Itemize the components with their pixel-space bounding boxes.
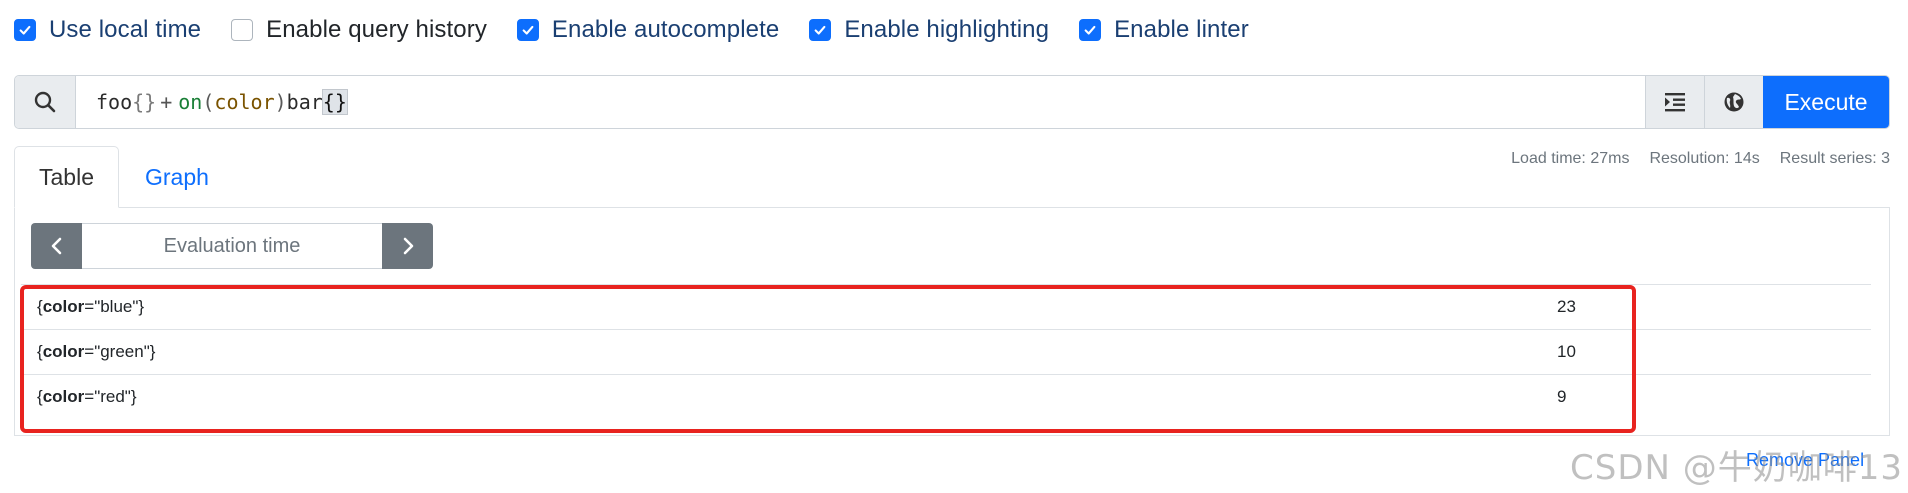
query-stats: Load time: 27ms Resolution: 14s Result s… bbox=[1511, 150, 1890, 168]
globe-icon bbox=[1724, 92, 1744, 112]
checkbox-checked-icon[interactable] bbox=[809, 19, 832, 41]
search-icon bbox=[15, 76, 76, 128]
query-label: color bbox=[214, 90, 275, 114]
option-label: Enable autocomplete bbox=[551, 16, 780, 43]
result-tabs: Table Graph bbox=[14, 146, 235, 208]
option-enable-query-history[interactable]: Enable query history bbox=[231, 16, 487, 44]
prometheus-query-page: Use local time Enable query history Enab… bbox=[0, 0, 1908, 493]
option-enable-linter[interactable]: Enable linter bbox=[1079, 16, 1249, 44]
evaluation-time-input[interactable]: Evaluation time bbox=[82, 223, 382, 269]
option-label: Enable query history bbox=[266, 16, 487, 43]
metrics-explorer-button[interactable] bbox=[1704, 76, 1763, 128]
checkbox-checked-icon[interactable] bbox=[516, 19, 539, 41]
chevron-right-icon bbox=[403, 237, 413, 255]
tab-graph[interactable]: Graph bbox=[119, 146, 235, 208]
checkbox-unchecked-icon[interactable] bbox=[231, 19, 254, 41]
option-enable-highlighting[interactable]: Enable highlighting bbox=[809, 16, 1049, 44]
resolution: Resolution: 14s bbox=[1649, 150, 1760, 167]
option-label: Enable highlighting bbox=[844, 16, 1050, 43]
next-time-button[interactable] bbox=[382, 223, 433, 269]
checkbox-checked-icon[interactable] bbox=[14, 19, 36, 41]
query-options: Use local time Enable query history Enab… bbox=[14, 16, 1279, 44]
chevron-left-icon bbox=[51, 237, 61, 255]
execute-button[interactable]: Execute bbox=[1763, 76, 1889, 128]
option-label: Use local time bbox=[49, 16, 202, 43]
evaluation-time-group: Evaluation time bbox=[31, 223, 433, 269]
query-bar: foo{} + on(color) bar{} Execute bbox=[14, 75, 1890, 129]
query-paren: ( bbox=[202, 90, 215, 114]
checkbox-checked-icon[interactable] bbox=[1079, 19, 1102, 41]
result-series: Result series: 3 bbox=[1779, 150, 1890, 167]
query-brace-matched: {} bbox=[321, 89, 348, 115]
option-use-local-time[interactable]: Use local time bbox=[14, 16, 201, 44]
indent-icon bbox=[1665, 93, 1685, 112]
query-operator: + bbox=[160, 90, 173, 114]
option-label: Enable linter bbox=[1114, 16, 1249, 43]
option-enable-autocomplete[interactable]: Enable autocomplete bbox=[516, 16, 780, 44]
format-query-button[interactable] bbox=[1645, 76, 1704, 128]
query-input[interactable]: foo{} + on(color) bar{} bbox=[76, 76, 1645, 128]
query-metric: foo bbox=[96, 90, 133, 114]
query-brace: {} bbox=[132, 90, 157, 114]
load-time: Load time: 27ms bbox=[1511, 150, 1630, 167]
red-highlight-box bbox=[20, 285, 1636, 433]
query-paren: ) bbox=[274, 90, 287, 114]
query-keyword: on bbox=[178, 90, 203, 114]
previous-time-button[interactable] bbox=[31, 223, 82, 269]
tab-table[interactable]: Table bbox=[14, 146, 119, 208]
watermark: CSDN @牛奶咖啡13 bbox=[1570, 448, 1904, 488]
query-metric: bar bbox=[286, 90, 323, 114]
